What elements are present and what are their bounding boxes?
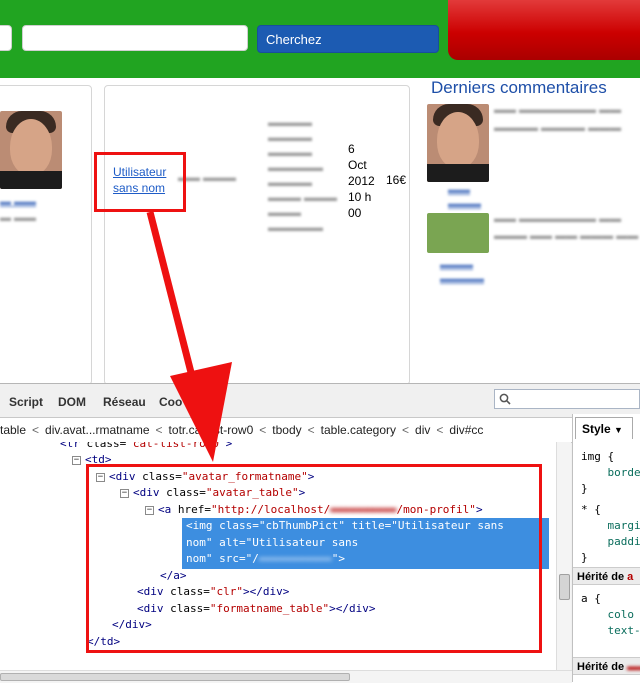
css-prop-text[interactable]: text- [581, 624, 640, 637]
search-input-left[interactable] [0, 25, 12, 51]
scroll-thumb[interactable] [559, 574, 570, 600]
crumb-div-avatar[interactable]: div.avat...rmatname [45, 423, 149, 437]
annotation-box-html [86, 464, 542, 653]
comment-author-2[interactable]: ▬▬▬ ▬▬▬▬ [440, 258, 484, 286]
dropdown-arrow-icon: ▼ [614, 425, 623, 435]
site-header: Cherchez [0, 0, 640, 78]
code-line-tr: <tr class="cat-list-row0"> [60, 442, 233, 450]
date-day: 6 [348, 142, 355, 156]
breadcrumb: table < div.avat...rmatname < totr.cat-list-… [0, 417, 572, 443]
css-rule-img: img { [581, 450, 615, 463]
date-hour: 10 h [348, 190, 372, 204]
html-horizontal-scrollbar[interactable] [0, 670, 572, 683]
listing-price: 16€ [386, 173, 407, 187]
css-rule-close-2: } [581, 551, 588, 564]
search-icon [499, 393, 511, 405]
comment-avatar-1 [427, 104, 489, 182]
inherited-header-2: Hérité de ▬▬ [573, 657, 640, 675]
style-tab[interactable]: Style ▼ [575, 417, 633, 439]
comment-text-1: ▬▬▬▬ ▬▬▬▬ ▬▬▬ [494, 122, 622, 134]
css-rule-close-1: } [581, 482, 588, 495]
css-prop-margin[interactable]: margi [581, 519, 640, 532]
css-prop-color[interactable]: colo [581, 608, 634, 621]
blurred-username-left: ▬ ▬▬ [0, 196, 37, 208]
search-button[interactable]: Cherchez [257, 25, 439, 53]
tab-reseau[interactable]: Réseau [103, 395, 146, 409]
blurred-inherited-tag: ▬▬ [627, 661, 640, 673]
blurred-age-left: ▬ ▬▬ [0, 212, 37, 224]
crumb-div[interactable]: div [415, 423, 430, 437]
comment-author-1[interactable]: ▬▬ ▬▬▬ [448, 183, 481, 211]
listing-date: 6 Oct 2012 10 h 00 [348, 141, 375, 221]
promo-banner [448, 0, 640, 60]
crumb-tr[interactable]: tr.cat-list-row0 [179, 423, 254, 437]
tab-script[interactable]: Script [9, 395, 43, 409]
devtools-search-input[interactable] [494, 389, 640, 409]
date-month: Oct [348, 158, 367, 172]
comment-text-2: ▬▬▬ ▬▬ ▬▬ ▬▬▬ ▬▬ [494, 230, 639, 242]
css-rule-a: a { [581, 592, 601, 605]
date-minute: 00 [348, 206, 362, 220]
crumb-div-cc[interactable]: div#cc [449, 423, 483, 437]
collapse-toggle-td[interactable]: − [72, 455, 81, 465]
annotation-box-username [94, 152, 186, 212]
css-rule-star: * { [581, 503, 601, 516]
tab-dom[interactable]: DOM [58, 395, 86, 409]
user-avatar-left [0, 111, 62, 189]
css-prop-padding[interactable]: paddi [581, 535, 640, 548]
crumb-table[interactable]: table [0, 423, 26, 437]
tab-cookies[interactable]: Coo [159, 395, 182, 409]
blurred-name: ▬▬ ▬▬▬ [178, 172, 237, 184]
style-panel: Style ▼ img { borde } * { margi paddi } … [572, 414, 640, 682]
comments-title: Derniers commentaires [431, 78, 607, 97]
html-vertical-scrollbar[interactable] [556, 442, 571, 670]
crumb-table-category[interactable]: table.category [321, 423, 396, 437]
comment-meta-1: ▬▬ ▬▬▬▬▬▬▬ ▬▬ [494, 104, 622, 116]
comment-meta-2: ▬▬ ▬▬▬▬▬▬▬ ▬▬ [494, 213, 622, 225]
date-year: 2012 [348, 174, 375, 188]
listing-panel-main [104, 85, 410, 385]
h-scroll-thumb[interactable] [0, 673, 350, 681]
inherited-header-1: Hérité de a [573, 567, 640, 585]
search-input[interactable] [22, 25, 248, 51]
crumb-tbody[interactable]: tbody [272, 423, 301, 437]
devtools-tabbar: Script DOM Réseau Coo [0, 384, 640, 414]
comment-image-2 [427, 213, 489, 253]
blurred-location: ▬▬▬▬ ▬▬▬▬ ▬▬▬▬ ▬▬▬▬▬ ▬▬▬▬ ▬▬▬ ▬▬▬ ▬▬▬ ▬▬▬▬▬ [268, 117, 338, 234]
css-prop-border[interactable]: borde [581, 466, 640, 479]
crumb-td[interactable]: to [169, 423, 179, 437]
